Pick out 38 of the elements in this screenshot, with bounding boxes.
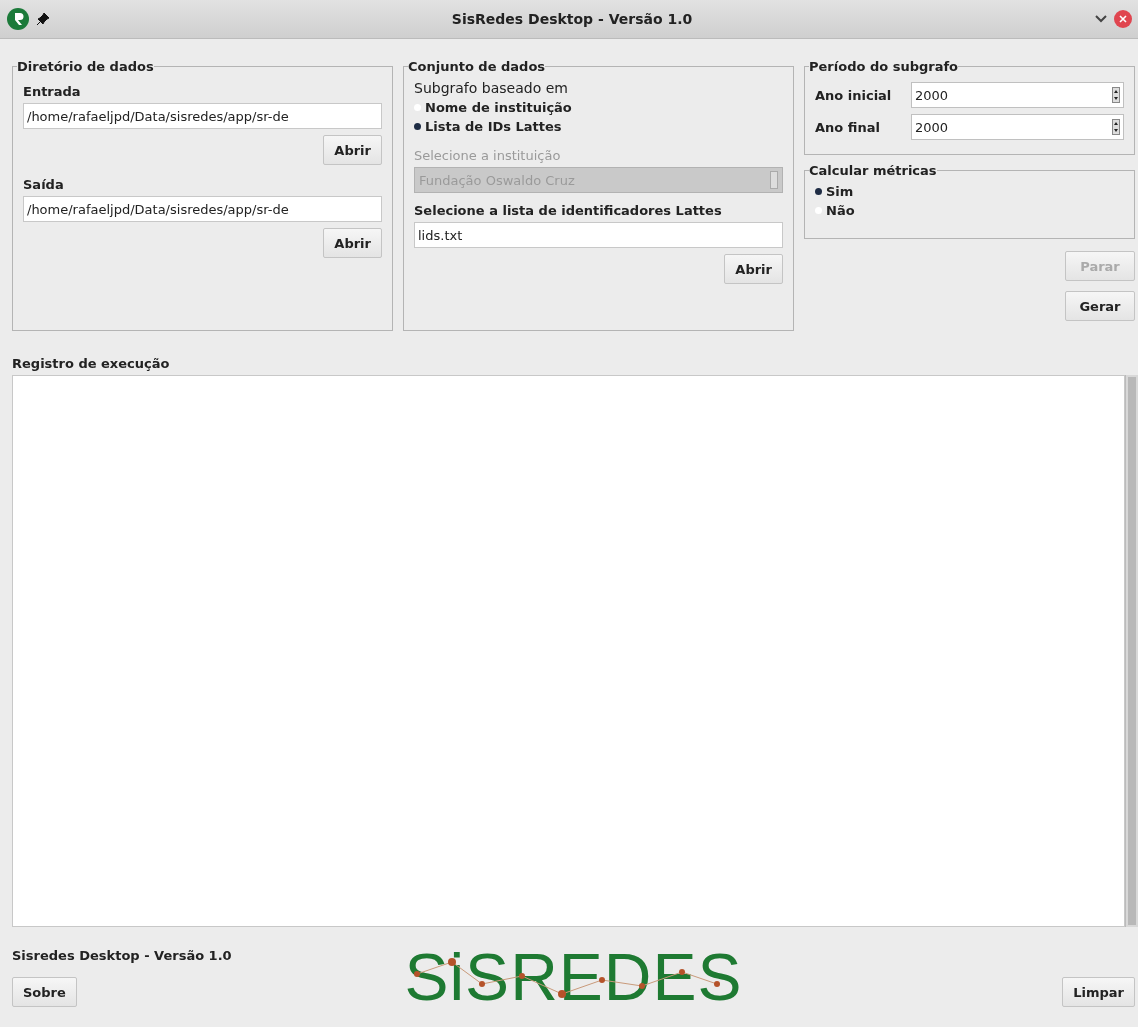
radio-label[interactable]: Lista de IDs Lattes: [425, 119, 562, 134]
window-title: SisRedes Desktop - Versão 1.0: [450, 11, 694, 27]
year-spinbox[interactable]: 2000: [911, 114, 1124, 140]
open-button[interactable]: Abrir: [724, 254, 783, 284]
open-button[interactable]: Abrir: [323, 135, 382, 165]
field-label: Subgrafo baseado em: [414, 80, 569, 96]
radio-button[interactable]: [414, 123, 421, 130]
app-logo-icon: [6, 7, 30, 31]
open-button[interactable]: Abrir: [323, 228, 382, 258]
field-label: Selecione a instituição: [414, 148, 562, 163]
input-field[interactable]: lids.txt: [414, 222, 783, 248]
group-title: Conjunto de dados: [408, 59, 546, 74]
input-field[interactable]: /home/rafaeljpd/Data/sisredes/app/sr-de: [23, 196, 382, 222]
version-text: Sisredes Desktop - Versão 1.0: [12, 948, 232, 963]
about-button[interactable]: Sobre: [12, 977, 77, 1007]
radio-button[interactable]: [815, 188, 822, 195]
log-label: Registro de execução: [12, 356, 171, 371]
group-title: Diretório de dados: [17, 59, 154, 74]
group-title: Período do subgrafo: [809, 59, 959, 74]
clear-button[interactable]: Limpar: [1062, 977, 1135, 1007]
year-spinbox[interactable]: 2000: [911, 82, 1124, 108]
chevron-down-icon[interactable]: [1094, 14, 1108, 24]
radio-label[interactable]: Nome de instituição: [425, 100, 572, 115]
input-field[interactable]: /home/rafaeljpd/Data/sisredes/app/sr-de: [23, 103, 382, 129]
pin-icon[interactable]: [36, 12, 50, 26]
radio-label[interactable]: Sim: [826, 184, 854, 199]
field-label: Selecione a lista de identificadores Lattes: [414, 203, 723, 218]
action-button[interactable]: Gerar: [1065, 291, 1135, 321]
scrollbar[interactable]: [1125, 375, 1138, 927]
radio-label[interactable]: Não: [826, 203, 855, 218]
group-title: Calcular métricas: [809, 163, 937, 178]
close-icon[interactable]: [1114, 10, 1132, 28]
field-label: Ano final: [815, 119, 881, 135]
field-label: Entrada: [23, 84, 82, 99]
field-label: Ano inicial: [815, 87, 893, 103]
spin-arrows-icon[interactable]: [1112, 119, 1120, 135]
spin-arrows-icon[interactable]: [1112, 87, 1120, 103]
field-label: Saída: [23, 177, 65, 192]
